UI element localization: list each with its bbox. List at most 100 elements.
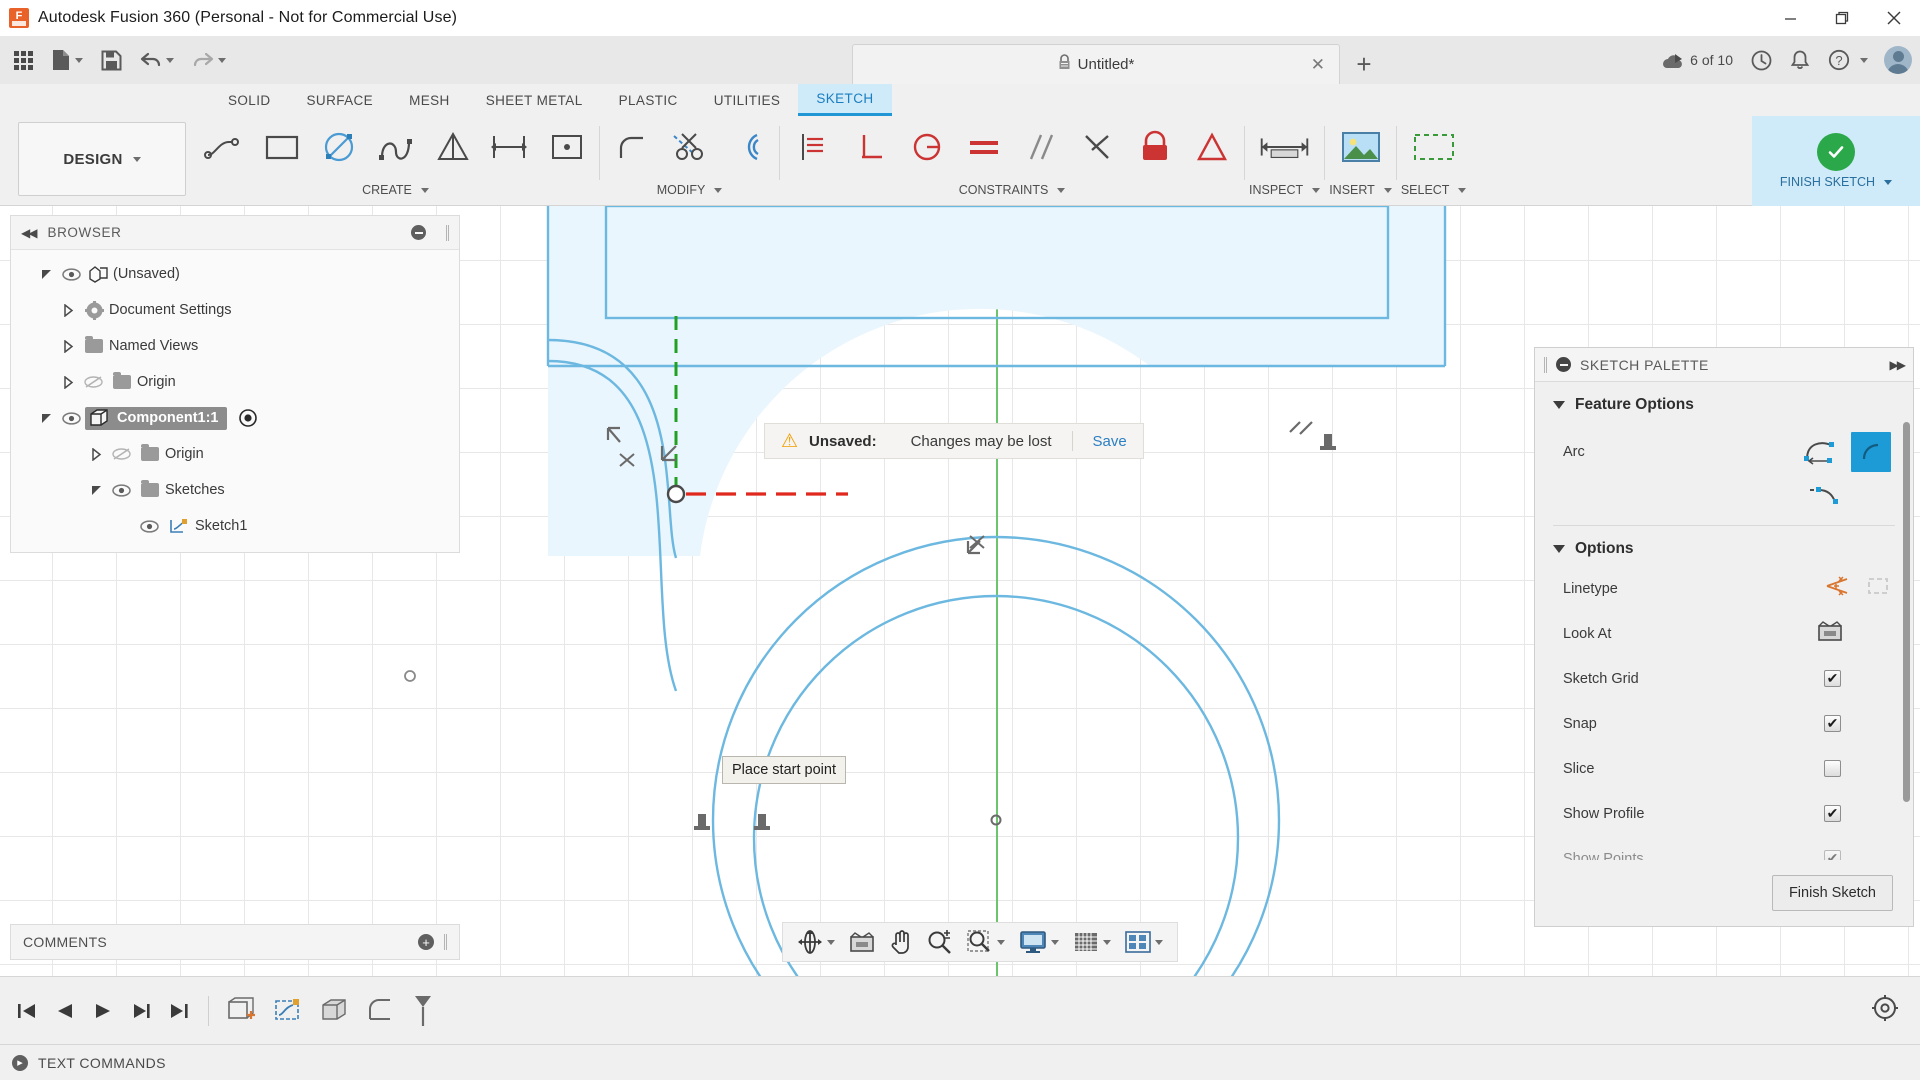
line-tool[interactable] xyxy=(196,118,253,176)
ribbon-tab-surface[interactable]: SURFACE xyxy=(289,84,392,116)
expander-closed-icon[interactable] xyxy=(57,340,79,353)
ribbon-tab-utilities[interactable]: UTILITIES xyxy=(696,84,799,116)
text-commands-bar[interactable]: ▸ TEXT COMMANDS xyxy=(0,1044,1920,1080)
minus-circle-icon[interactable] xyxy=(1556,357,1571,372)
maximize-button[interactable] xyxy=(1816,0,1868,36)
arc-3point-icon[interactable] xyxy=(1803,435,1837,470)
perpendicular-constraint-tool[interactable] xyxy=(841,118,898,176)
circle-tool[interactable] xyxy=(310,118,367,176)
close-icon[interactable]: ✕ xyxy=(1311,55,1325,75)
expander-closed-icon[interactable] xyxy=(57,304,79,317)
expander-open-icon[interactable] xyxy=(85,486,107,495)
zoom-button[interactable] xyxy=(921,924,959,960)
save-button[interactable] xyxy=(93,40,130,80)
tree-item-document-settings[interactable]: Document Settings xyxy=(11,292,459,328)
midpoint-constraint-tool[interactable] xyxy=(1069,118,1126,176)
ribbon-group-label-constraints[interactable]: CONSTRAINTS xyxy=(959,178,1066,202)
ribbon-tab-sheet-metal[interactable]: SHEET METAL xyxy=(468,84,601,116)
timeline-feature-sketch1[interactable] xyxy=(265,989,311,1033)
tree-item-origin-component[interactable]: Origin xyxy=(11,436,459,472)
orbit-button[interactable] xyxy=(791,924,841,960)
avatar[interactable] xyxy=(1884,46,1912,74)
file-menu-button[interactable] xyxy=(43,40,91,80)
show-points-checkbox[interactable] xyxy=(1824,850,1841,860)
centerline-icon[interactable] xyxy=(1865,575,1891,602)
visibility-hidden-icon[interactable] xyxy=(107,447,135,461)
ribbon-tab-sketch[interactable]: SKETCH xyxy=(798,84,891,116)
minus-icon[interactable] xyxy=(411,225,426,240)
help-button[interactable]: ? xyxy=(1820,38,1876,82)
tree-item-unsaved[interactable]: (Unsaved) xyxy=(11,256,459,292)
display-settings-button[interactable] xyxy=(1013,924,1065,960)
jobs-status-button[interactable]: 6 of 10 xyxy=(1654,38,1741,82)
notifications-button[interactable] xyxy=(1782,38,1818,82)
ribbon-tab-plastic[interactable]: PLASTIC xyxy=(601,84,696,116)
timeline-settings-button[interactable] xyxy=(1872,995,1898,1026)
panel-grip[interactable] xyxy=(446,225,449,241)
timeline-step-back-button[interactable] xyxy=(46,989,84,1033)
tree-item-origin-root[interactable]: Origin xyxy=(11,364,459,400)
undo-button[interactable] xyxy=(132,40,182,80)
polygon-tool[interactable] xyxy=(424,118,481,176)
palette-scrollbar[interactable] xyxy=(1903,422,1910,802)
timeline-skip-end-button[interactable] xyxy=(160,989,198,1033)
snap-checkbox[interactable] xyxy=(1824,715,1841,732)
visibility-eye-icon[interactable] xyxy=(57,412,85,425)
ribbon-group-label-modify[interactable]: MODIFY xyxy=(657,178,723,202)
measure-tool[interactable] xyxy=(1256,118,1313,176)
tree-item-component1[interactable]: Component1:1 xyxy=(11,400,459,436)
visibility-eye-icon[interactable] xyxy=(135,520,163,533)
new-tab-button[interactable]: + xyxy=(1340,44,1388,84)
break-constraint-tool[interactable] xyxy=(784,118,841,176)
select-tool[interactable] xyxy=(1405,118,1462,176)
grid-snap-button[interactable] xyxy=(1067,924,1117,960)
insert-image-tool[interactable] xyxy=(1332,118,1389,176)
expander-open-icon[interactable] xyxy=(35,270,57,279)
point-tool[interactable] xyxy=(538,118,595,176)
fillet-tool[interactable] xyxy=(604,118,661,176)
expander-open-icon[interactable] xyxy=(35,414,57,423)
timeline-feature-fillet[interactable] xyxy=(357,989,403,1033)
palette-section-feature-options[interactable]: Feature Options xyxy=(1535,382,1913,422)
timeline-step-forward-button[interactable] xyxy=(122,989,160,1033)
tree-item-named-views[interactable]: Named Views xyxy=(11,328,459,364)
construction-icon[interactable] xyxy=(1825,575,1851,602)
look-at-button[interactable] xyxy=(843,924,881,960)
viewports-button[interactable] xyxy=(1119,924,1169,960)
sketch-grid-checkbox[interactable] xyxy=(1824,670,1841,687)
parallel-constraint-tool[interactable] xyxy=(1012,118,1069,176)
visibility-eye-icon[interactable] xyxy=(107,484,135,497)
slice-checkbox[interactable] xyxy=(1824,760,1841,777)
timeline-play-button[interactable] xyxy=(84,989,122,1033)
double-chevron-right-icon[interactable]: ▶▶ xyxy=(1890,358,1904,372)
chevron-right-circle-icon[interactable]: ▸ xyxy=(12,1055,28,1071)
arc-tool[interactable] xyxy=(367,118,424,176)
timeline-skip-start-button[interactable] xyxy=(8,989,46,1033)
activate-component-radio-icon[interactable] xyxy=(233,409,263,427)
minimize-button[interactable] xyxy=(1764,0,1816,36)
close-button[interactable] xyxy=(1868,0,1920,36)
palette-section-options[interactable]: Options xyxy=(1535,526,1913,566)
zoom-window-button[interactable] xyxy=(961,924,1011,960)
timeline-feature-new-component[interactable] xyxy=(219,989,265,1033)
look-at-icon[interactable] xyxy=(1817,620,1843,647)
dimension-tool[interactable] xyxy=(481,118,538,176)
document-tab[interactable]: Untitled* ✕ xyxy=(852,44,1340,84)
timeline-feature-extrude[interactable] xyxy=(311,989,357,1033)
collapse-left-icon[interactable]: ◀◀ xyxy=(21,226,35,240)
history-button[interactable] xyxy=(1743,38,1780,82)
arc-center-icon-selected[interactable] xyxy=(1851,432,1891,472)
notification-save-link[interactable]: Save xyxy=(1093,433,1127,450)
show-profile-checkbox[interactable] xyxy=(1824,805,1841,822)
expander-closed-icon[interactable] xyxy=(57,376,79,389)
panel-grip[interactable] xyxy=(1544,357,1547,373)
fix-constraint-tool[interactable] xyxy=(1126,118,1183,176)
visibility-hidden-icon[interactable] xyxy=(79,375,107,389)
panel-grip[interactable] xyxy=(444,934,447,950)
arc-tangent-icon[interactable] xyxy=(1807,482,1841,513)
ribbon-group-label-inspect[interactable]: INSPECT xyxy=(1249,178,1320,202)
tree-item-selected[interactable]: Component1:1 xyxy=(85,407,227,430)
ribbon-group-label-create[interactable]: CREATE xyxy=(362,178,429,202)
tree-item-sketch1[interactable]: Sketch1 xyxy=(11,508,459,544)
finish-sketch-palette-button[interactable]: Finish Sketch xyxy=(1772,875,1893,911)
